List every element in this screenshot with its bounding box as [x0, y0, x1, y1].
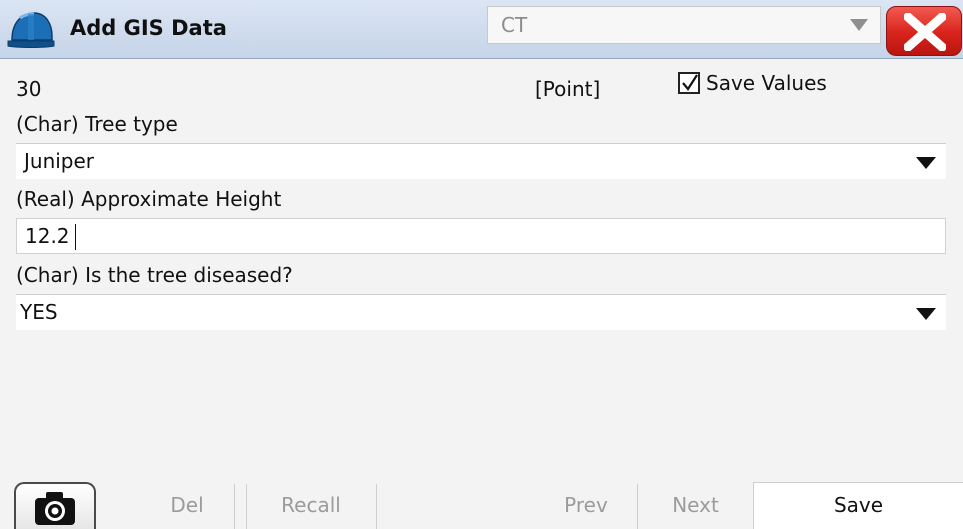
close-button[interactable] — [886, 6, 962, 56]
chevron-down-icon — [916, 308, 936, 320]
layer-select[interactable]: CT — [487, 6, 881, 44]
tree-type-label: (Char) Tree type — [16, 112, 178, 136]
hard-hat-icon — [6, 10, 56, 50]
bottom-toolbar: Del Recall Prev Next Save — [0, 482, 963, 529]
checkmark-icon — [682, 74, 698, 91]
camera-button[interactable] — [14, 482, 96, 529]
camera-icon — [35, 492, 75, 525]
save-button[interactable]: Save — [753, 482, 963, 529]
close-x-icon — [904, 13, 946, 51]
save-values-label: Save Values — [706, 71, 827, 95]
chevron-down-icon — [850, 19, 868, 31]
tree-diseased-value: YES — [20, 300, 58, 324]
recall-button[interactable]: Recall — [247, 482, 375, 529]
tree-type-value: Juniper — [24, 149, 95, 173]
geometry-type: [Point] — [535, 77, 601, 101]
tree-diseased-dropdown[interactable]: YES — [16, 294, 946, 330]
add-gis-data-window: Add GIS Data CT 30 [Point] Save Values (… — [0, 0, 963, 529]
prev-button[interactable]: Prev — [535, 482, 637, 529]
text-caret — [75, 224, 76, 250]
chevron-down-icon — [916, 157, 936, 169]
toolbar-divider — [376, 484, 377, 529]
window-title: Add GIS Data — [70, 16, 227, 40]
next-button[interactable]: Next — [638, 482, 753, 529]
header-bar: Add GIS Data CT — [0, 0, 963, 59]
record-id: 30 — [16, 77, 42, 101]
approximate-height-label: (Real) Approximate Height — [16, 187, 282, 211]
save-values-toggle[interactable]: Save Values — [678, 68, 827, 98]
approximate-height-input[interactable]: 12.2 — [16, 218, 946, 254]
tree-diseased-label: (Char) Is the tree diseased? — [16, 263, 293, 287]
layer-select-value: CT — [501, 13, 528, 37]
toolbar-divider — [234, 484, 235, 529]
save-values-checkbox[interactable] — [678, 72, 700, 94]
del-button[interactable]: Del — [140, 482, 234, 529]
tree-type-dropdown[interactable]: Juniper — [16, 143, 946, 179]
approximate-height-value: 12.2 — [25, 224, 70, 248]
